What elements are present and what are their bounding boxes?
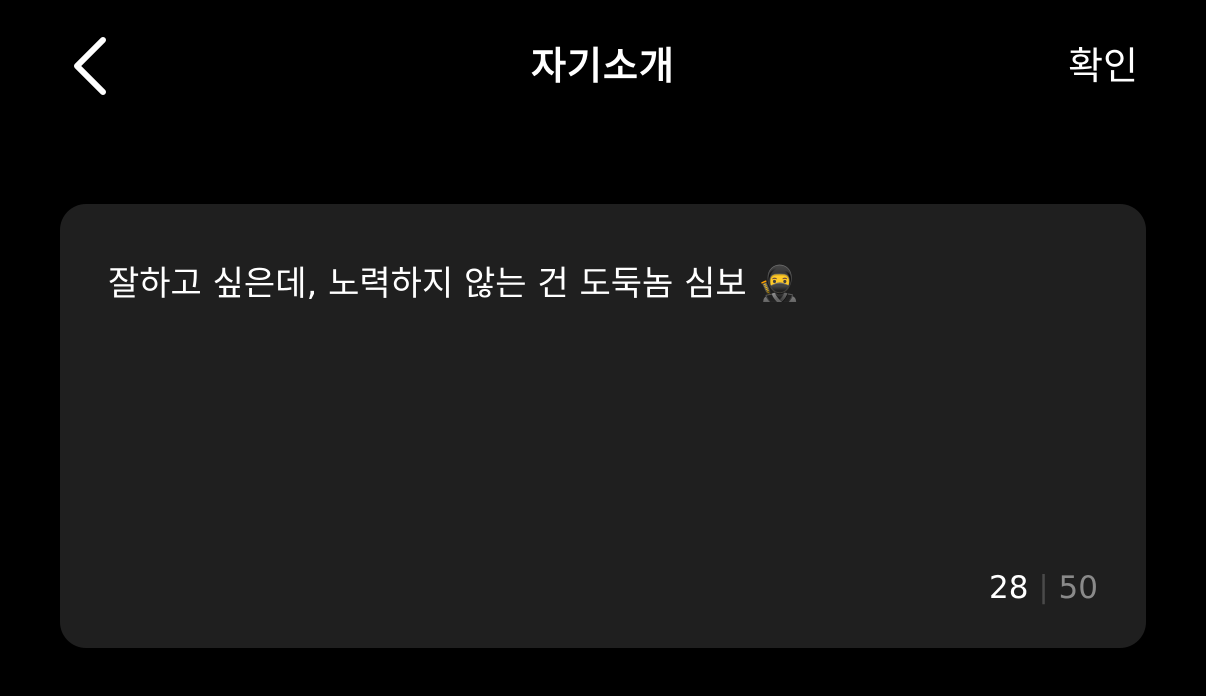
char-count-separator: |	[1038, 570, 1049, 605]
confirm-button[interactable]: 확인	[1068, 36, 1138, 96]
bio-textarea[interactable]: 잘하고 싶은데, 노력하지 않는 건 도둑놈 심보 🥷	[108, 260, 1098, 308]
char-count-current: 28	[988, 570, 1029, 606]
header: 자기소개 확인	[0, 0, 1206, 130]
char-counter: 28 | 50	[989, 568, 1098, 608]
bio-input-card[interactable]: 잘하고 싶은데, 노력하지 않는 건 도둑놈 심보 🥷 28 | 50	[60, 204, 1146, 648]
back-button[interactable]	[56, 28, 126, 104]
page-title: 자기소개	[531, 44, 675, 88]
chevron-left-icon	[74, 37, 106, 95]
bio-edit-screen: 자기소개 확인 잘하고 싶은데, 노력하지 않는 건 도둑놈 심보 🥷 28 |…	[0, 0, 1206, 696]
char-count-max: 50	[1058, 570, 1098, 606]
